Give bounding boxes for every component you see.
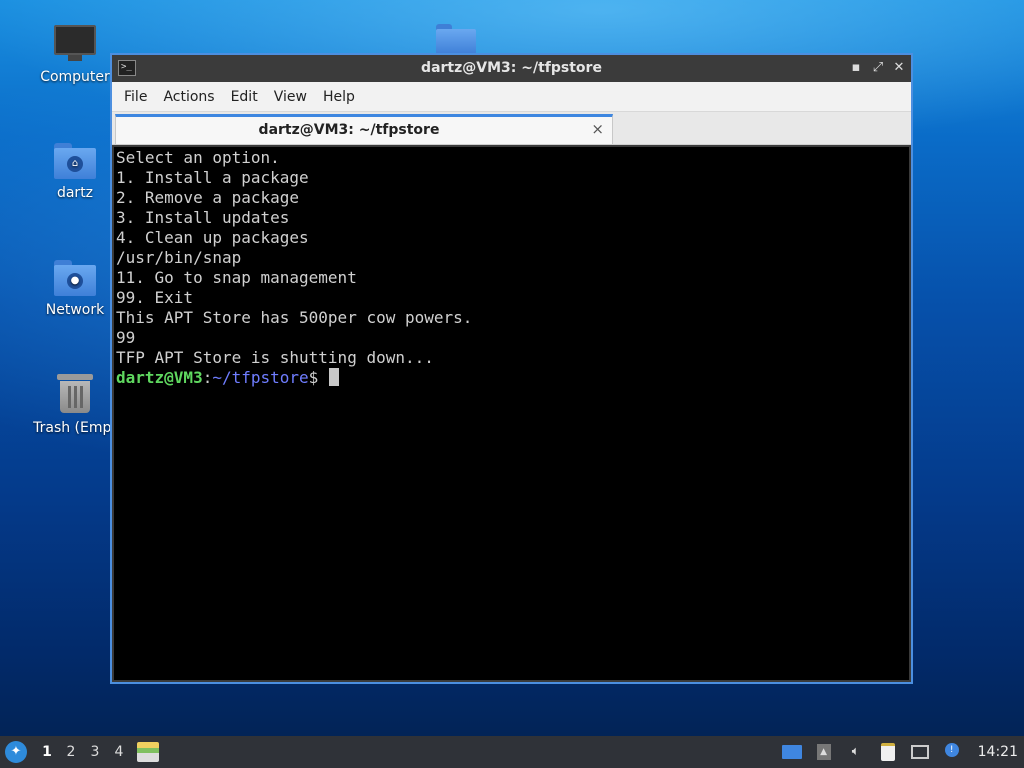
menu-view[interactable]: View	[266, 89, 315, 105]
updates-icon[interactable]: !	[942, 743, 962, 761]
window-titlebar[interactable]: >_ dartz@VM3: ~/tfpstore ▪ ⤢ ✕	[112, 55, 911, 82]
terminal-cursor	[328, 368, 339, 386]
workspace-3[interactable]: 3	[83, 744, 107, 760]
menu-file[interactable]: File	[116, 89, 155, 105]
prompt-path: ~/tfpstore	[212, 368, 309, 387]
terminal-line: Select an option.	[116, 148, 280, 167]
menu-edit[interactable]: Edit	[223, 89, 266, 105]
terminal-line: 1. Install a package	[116, 168, 309, 187]
window-icon[interactable]	[781, 743, 802, 761]
terminal-window: >_ dartz@VM3: ~/tfpstore ▪ ⤢ ✕ File Acti…	[110, 53, 913, 684]
tray-up-icon[interactable]: ▲	[814, 743, 834, 761]
file-manager-taskbar-icon[interactable]	[137, 742, 159, 762]
tab-title: dartz@VM3: ~/tfpstore	[258, 122, 440, 138]
menu-help[interactable]: Help	[315, 89, 363, 105]
start-menu-icon[interactable]: ✦	[5, 741, 27, 763]
tab-bar: dartz@VM3: ~/tfpstore ×	[112, 112, 911, 145]
terminal-line: This APT Store has 500per cow powers.	[116, 308, 473, 327]
clipboard-icon[interactable]	[878, 743, 898, 761]
clock[interactable]: 14:21	[978, 744, 1018, 760]
terminal-line: 2. Remove a package	[116, 188, 300, 207]
terminal-output[interactable]: Select an option. 1. Install a package 2…	[114, 147, 909, 680]
tab-close-icon[interactable]: ×	[591, 120, 604, 138]
workspace-4[interactable]: 4	[107, 744, 131, 760]
terminal-line: 4. Clean up packages	[116, 228, 309, 247]
prompt-separator: :	[202, 368, 213, 387]
maximize-icon[interactable]: ⤢	[869, 59, 887, 77]
minimize-icon[interactable]: ▪	[847, 59, 865, 77]
close-icon[interactable]: ✕	[890, 59, 908, 77]
terminal-line: TFP APT Store is shutting down...	[116, 348, 434, 367]
terminal-line: /usr/bin/snap	[116, 248, 242, 267]
network-icon[interactable]	[910, 743, 930, 761]
network-folder-icon: ●	[54, 260, 96, 296]
prompt-symbol: $	[308, 368, 328, 387]
folder-icon[interactable]	[436, 24, 476, 54]
menu-actions[interactable]: Actions	[155, 89, 222, 105]
home-folder-icon: ⌂	[54, 143, 96, 179]
terminal-line: 11. Go to snap management	[116, 268, 357, 287]
terminal-line: 99. Exit	[116, 288, 194, 307]
workspace-1[interactable]: 1	[35, 744, 59, 760]
taskbar: ✦ 1 2 3 4 ▲ 🔈︎ ! 14:21	[0, 736, 1024, 768]
trash-icon	[57, 372, 93, 414]
terminal-line: 99	[116, 328, 136, 347]
tab-terminal[interactable]: dartz@VM3: ~/tfpstore ×	[115, 114, 613, 144]
terminal-prompt-line: dartz@VM3:~/tfpstore$	[116, 368, 909, 388]
prompt-user: dartz@VM3	[116, 368, 203, 387]
computer-icon	[54, 25, 96, 63]
menu-bar: File Actions Edit View Help	[112, 82, 911, 112]
system-tray: ▲ 🔈︎ ! 14:21	[776, 736, 1024, 768]
workspace-2[interactable]: 2	[59, 744, 83, 760]
volume-icon[interactable]: 🔈︎	[846, 743, 866, 761]
terminal-line: 3. Install updates	[116, 208, 290, 227]
window-title: dartz@VM3: ~/tfpstore	[421, 60, 602, 76]
